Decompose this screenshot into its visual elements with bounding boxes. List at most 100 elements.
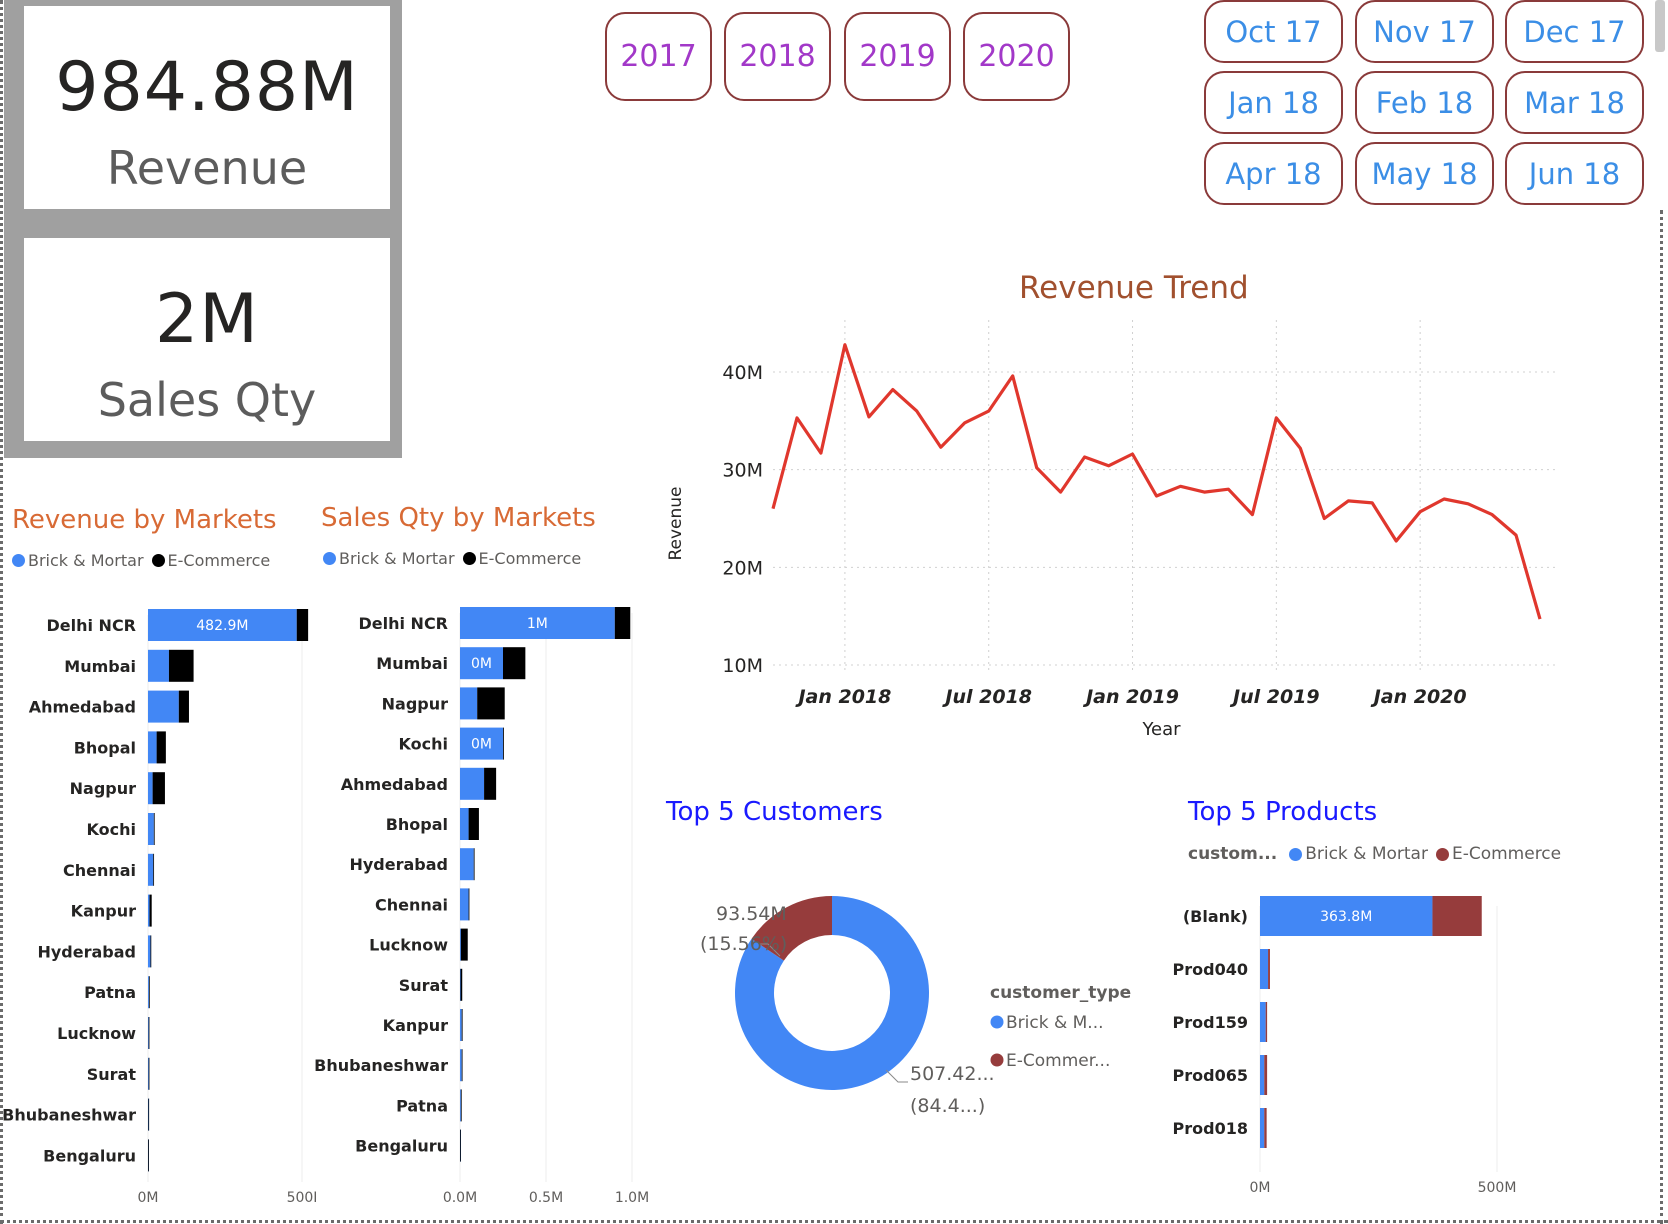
bar-ecommerce[interactable] xyxy=(153,813,155,845)
legend-item-ecommerce[interactable]: E-Commerce xyxy=(1435,844,1561,864)
year-button-2018[interactable]: 2018 xyxy=(724,12,831,101)
category-label: Lucknow xyxy=(369,936,448,955)
legend-item-ecommerce[interactable]: E-Commerce xyxy=(462,549,581,568)
bar-ecommerce[interactable] xyxy=(156,731,166,764)
y-tick-label: 30M xyxy=(722,460,763,482)
bar-ecommerce[interactable] xyxy=(148,976,150,1009)
bar-ecommerce[interactable] xyxy=(503,727,504,760)
legend-item-brick[interactable]: Brick & Mortar xyxy=(12,551,144,570)
bar-ecommerce[interactable] xyxy=(152,772,165,805)
bar-brick-mortar[interactable] xyxy=(460,888,469,921)
category-label: Chennai xyxy=(63,861,136,880)
month-button-dec-17[interactable]: Dec 17 xyxy=(1505,0,1644,63)
revenue-label: Revenue xyxy=(106,141,308,195)
bar-ecommerce[interactable] xyxy=(614,607,631,639)
bar-ecommerce[interactable] xyxy=(1268,949,1270,989)
bar-ecommerce[interactable] xyxy=(1432,896,1482,936)
legend-item-brick[interactable]: Brick & Mortar xyxy=(1289,844,1428,864)
bar-ecommerce[interactable] xyxy=(1264,1108,1267,1148)
bar-ecommerce[interactable] xyxy=(296,609,309,641)
bar-ecommerce[interactable] xyxy=(461,1009,463,1041)
bar-ecommerce[interactable] xyxy=(168,649,194,682)
revenue-trend-chart[interactable]: 10M 20M 30M 40M Jan 2018 Jul 2018 Jan 2019 Jul … xyxy=(660,320,1660,740)
bar-ecommerce[interactable] xyxy=(148,1057,150,1090)
bar-ecommerce[interactable] xyxy=(460,1089,462,1122)
month-button-oct-17[interactable]: Oct 17 xyxy=(1204,0,1343,63)
sales-qty-by-markets-title: Sales Qty by Markets xyxy=(321,503,596,533)
bar-brick-mortar[interactable] xyxy=(148,853,154,886)
bar-ecommerce[interactable] xyxy=(148,1017,150,1049)
bar-ecommerce[interactable] xyxy=(1265,1002,1268,1042)
category-label: Ahmedabad xyxy=(29,698,136,717)
month-button-mar-18[interactable]: Mar 18 xyxy=(1505,71,1644,134)
bar-brick-mortar[interactable] xyxy=(460,928,461,961)
legend-item-ecommerce[interactable]: E-Commerce xyxy=(151,551,270,570)
bar-brick-mortar[interactable] xyxy=(1260,949,1269,989)
month-button-jan-18[interactable]: Jan 18 xyxy=(1204,71,1343,134)
year-button-2017[interactable]: 2017 xyxy=(605,12,712,101)
x-tick-label: 0.5M xyxy=(529,1190,563,1206)
bar-ecommerce[interactable] xyxy=(503,647,526,680)
bar-brick-mortar[interactable] xyxy=(148,731,157,764)
bar-brick-mortar[interactable] xyxy=(460,1049,462,1082)
slice-label-value: 93.54M xyxy=(716,903,787,925)
year-button-2019[interactable]: 2019 xyxy=(844,12,951,101)
bar-ecommerce[interactable] xyxy=(460,1129,461,1162)
leader-line[interactable] xyxy=(885,1069,908,1083)
bar-brick-mortar[interactable] xyxy=(148,894,150,927)
bar-ecommerce[interactable] xyxy=(477,687,505,720)
category-label: Nagpur xyxy=(70,779,136,798)
legend-item-brick[interactable]: Brick & Mortar xyxy=(323,549,455,568)
top-5-products-chart[interactable]: 0M 500M (Blank) 363.8M Prod040 Prod159 Prod065… xyxy=(1173,880,1650,1210)
x-tick-label: Jul 2018 xyxy=(941,686,1032,708)
top-5-products-legend: custom... Brick & Mortar E-Commerce xyxy=(1188,844,1569,864)
bar-brick-mortar[interactable] xyxy=(460,1089,461,1122)
bar-brick-mortar[interactable] xyxy=(460,767,485,800)
bar-ecommerce[interactable] xyxy=(1264,1055,1268,1095)
top-5-customers-chart[interactable]: 93.54M (15.56%) 507.42... (84.4...) customer… xyxy=(660,880,1160,1180)
bar-brick-mortar[interactable] xyxy=(148,772,153,805)
revenue-by-markets-chart[interactable]: 0M 500IDelhi NCR 482.9MMumbaiAhmedabadBhop… xyxy=(0,590,330,1210)
bar-brick-mortar[interactable] xyxy=(148,976,149,1009)
bar-ecommerce[interactable] xyxy=(178,690,189,723)
vertical-scrollbar[interactable] xyxy=(1655,0,1665,52)
bar-brick-mortar[interactable] xyxy=(460,687,478,720)
bar-ecommerce[interactable] xyxy=(468,888,470,921)
bar-brick-mortar[interactable] xyxy=(460,1009,462,1041)
bar-brick-mortar[interactable] xyxy=(148,649,169,682)
bar-ecommerce[interactable] xyxy=(150,935,152,968)
slice-label-percent: (15.56%) xyxy=(700,933,787,955)
bar-brick-mortar[interactable] xyxy=(148,935,151,968)
bar-ecommerce[interactable] xyxy=(148,1098,150,1131)
legend-dot-icon xyxy=(990,1053,1004,1067)
bar-ecommerce[interactable] xyxy=(484,767,497,800)
bar-brick-mortar[interactable] xyxy=(1260,1055,1265,1095)
category-label: Surat xyxy=(399,976,449,995)
month-button-feb-18[interactable]: Feb 18 xyxy=(1355,71,1494,134)
category-label: Prod065 xyxy=(1173,1066,1248,1085)
kpi-panel: 984.88M Revenue 2M Sales Qty xyxy=(4,0,402,458)
month-button-nov-17[interactable]: Nov 17 xyxy=(1355,0,1494,63)
bar-brick-mortar[interactable] xyxy=(1260,1002,1266,1042)
sales-qty-by-markets-chart[interactable]: 0.0M 0.5M 1.0M Delhi NCR 1M Mumbai 0M Nagpur Koc… xyxy=(312,590,662,1210)
bar-ecommerce[interactable] xyxy=(473,848,475,881)
year-button-2020[interactable]: 2020 xyxy=(963,12,1070,101)
revenue-line-series[interactable] xyxy=(771,343,1542,620)
bar-brick-mortar[interactable] xyxy=(460,808,469,840)
category-label: Patna xyxy=(396,1096,448,1115)
bar-ecommerce[interactable] xyxy=(153,853,155,886)
category-label: Surat xyxy=(87,1065,137,1084)
bar-brick-mortar[interactable] xyxy=(148,813,154,845)
month-button-may-18[interactable]: May 18 xyxy=(1355,142,1494,205)
month-button-jun-18[interactable]: Jun 18 xyxy=(1505,142,1644,205)
bar-brick-mortar[interactable] xyxy=(460,848,474,881)
bar-ecommerce[interactable] xyxy=(468,808,479,840)
bar-ecommerce[interactable] xyxy=(461,1049,463,1082)
bar-ecommerce[interactable] xyxy=(149,894,152,927)
bar-brick-mortar[interactable] xyxy=(1260,1108,1265,1148)
month-button-apr-18[interactable]: Apr 18 xyxy=(1204,142,1343,205)
bar-ecommerce[interactable] xyxy=(148,1139,149,1172)
bar-brick-mortar[interactable] xyxy=(148,690,179,723)
bar-ecommerce[interactable] xyxy=(460,968,463,1001)
bar-ecommerce[interactable] xyxy=(460,928,468,961)
